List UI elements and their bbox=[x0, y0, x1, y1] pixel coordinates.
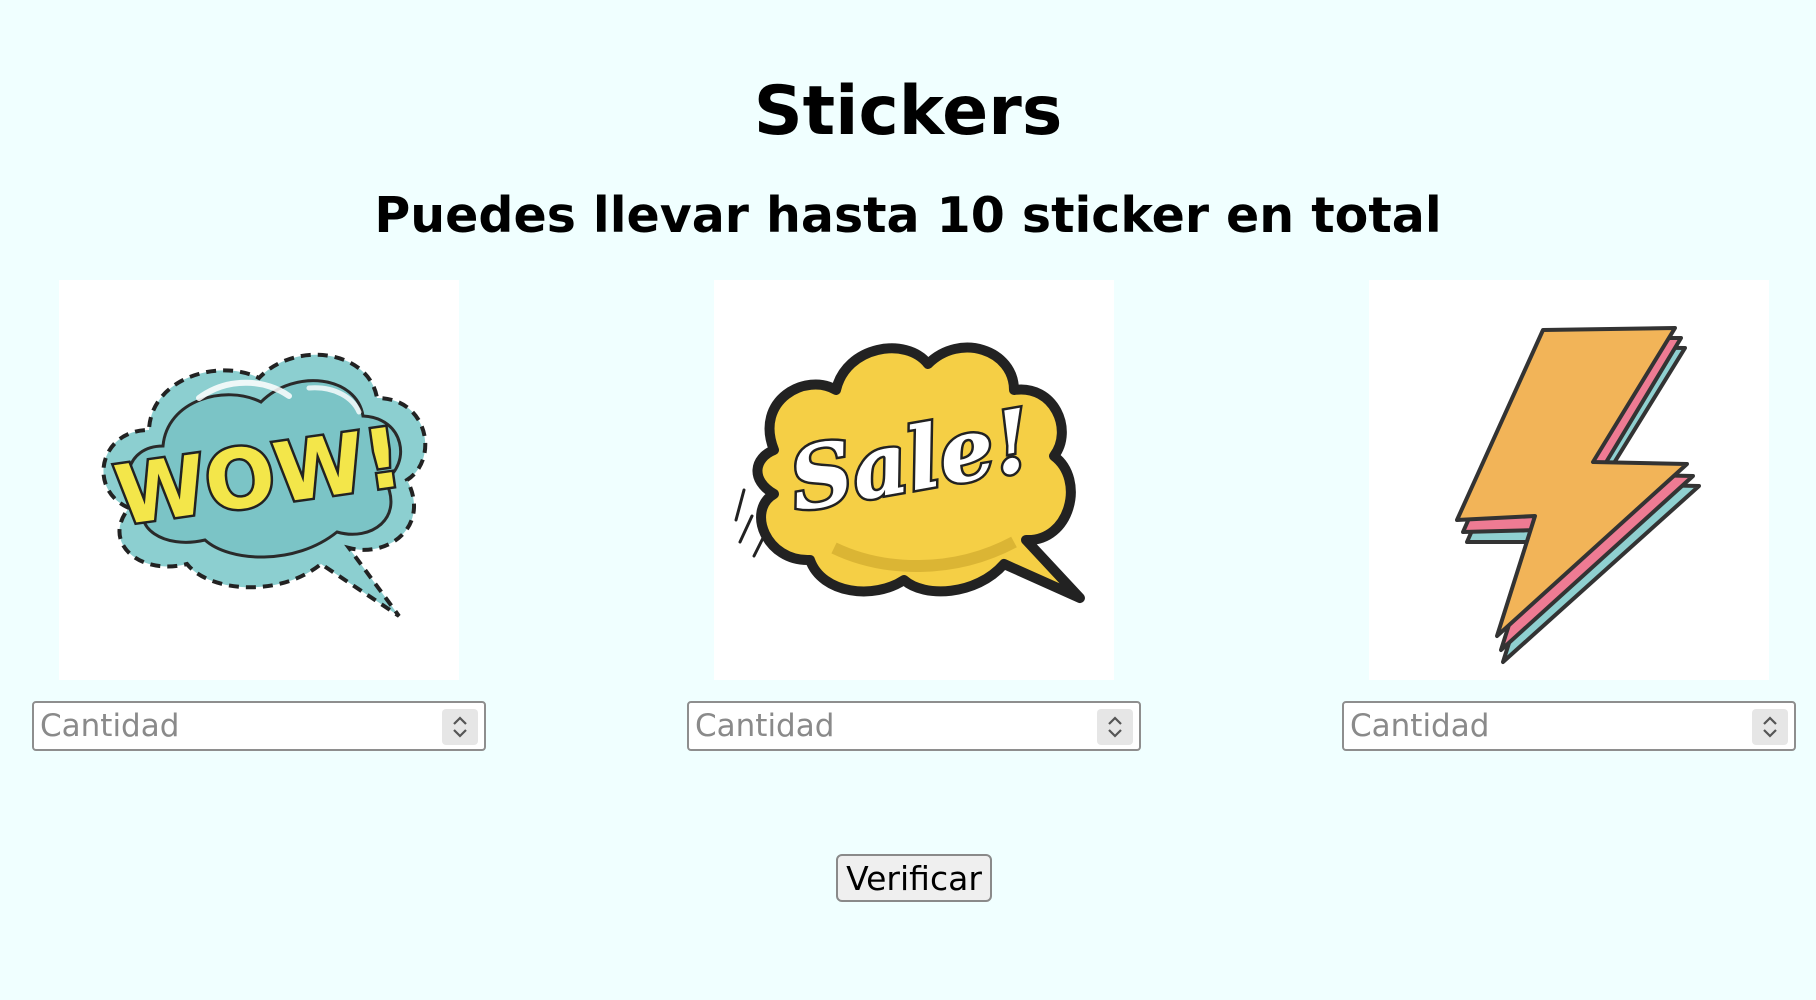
page-title: Stickers bbox=[753, 72, 1063, 151]
wow-sticker-image: WOW! bbox=[59, 280, 459, 680]
quantity-stepper-sale[interactable] bbox=[1097, 709, 1133, 745]
quantity-stepper-lightning[interactable] bbox=[1752, 709, 1788, 745]
verify-button[interactable]: Verificar bbox=[836, 854, 992, 902]
stepper-arrows-icon bbox=[453, 716, 467, 738]
stepper-arrows-icon bbox=[1763, 716, 1777, 738]
sale-sticker-image: Sale! bbox=[714, 280, 1114, 680]
page-subtitle: Puedes llevar hasta 10 sticker en total bbox=[374, 187, 1442, 244]
quantity-field-sale bbox=[687, 701, 1141, 751]
quantity-input-wow[interactable] bbox=[40, 703, 440, 749]
quantity-input-sale[interactable] bbox=[695, 703, 1095, 749]
quantity-field-lightning bbox=[1342, 701, 1796, 751]
lightning-sticker-image bbox=[1369, 280, 1769, 680]
quantity-input-lightning[interactable] bbox=[1350, 703, 1750, 749]
quantity-field-wow bbox=[32, 701, 486, 751]
wow-speech-bubble-icon: WOW! bbox=[101, 352, 428, 618]
sale-cloud-icon: Sale! bbox=[734, 342, 1085, 603]
stepper-arrows-icon bbox=[1108, 716, 1122, 738]
lightning-bolt-icon bbox=[1455, 326, 1701, 664]
quantity-stepper-wow[interactable] bbox=[442, 709, 478, 745]
